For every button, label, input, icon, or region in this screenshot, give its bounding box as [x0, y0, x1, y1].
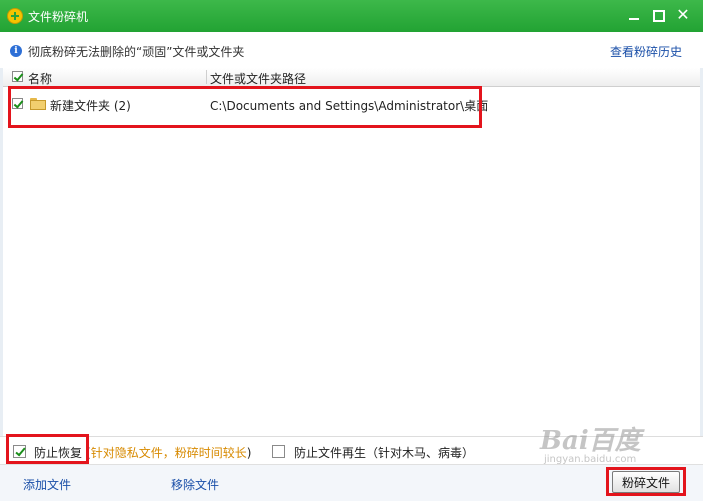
file-list[interactable]: 新建文件夹 (2) C:\Documents and Settings\Admi… [3, 87, 700, 435]
row-checkbox[interactable] [12, 98, 23, 109]
row-file-name: 新建文件夹 (2) [50, 99, 131, 113]
shred-options: 防止恢复 (针对隐私文件，粉碎时间较长) 防止文件再生（针对木马、病毒） [0, 436, 703, 465]
table-row[interactable]: 新建文件夹 (2) C:\Documents and Settings\Admi… [3, 93, 700, 115]
remove-file-link[interactable]: 移除文件 [171, 476, 219, 493]
prevent-recovery-checkbox[interactable] [13, 445, 26, 458]
view-history-link[interactable]: 查看粉碎历史 [610, 43, 682, 60]
column-header-name[interactable]: 名称 [28, 70, 52, 87]
prevent-recovery-note: (针对隐私文件，粉碎时间较长) [86, 446, 252, 460]
info-text: 彻底粉碎无法删除的“顽固”文件或文件夹 [28, 45, 245, 59]
add-file-link[interactable]: 添加文件 [23, 476, 71, 493]
folder-icon [30, 98, 46, 110]
info-icon: i [10, 45, 22, 57]
prevent-regen-label[interactable]: 防止文件再生（针对木马、病毒） [294, 444, 474, 461]
title-bar[interactable]: 文件粉碎机 ✕ [0, 0, 703, 32]
app-logo-icon [7, 8, 23, 24]
maximize-button[interactable] [647, 4, 669, 26]
info-bar: i 彻底粉碎无法删除的“顽固”文件或文件夹 查看粉碎历史 [0, 32, 703, 69]
prevent-regen-checkbox[interactable] [272, 445, 285, 458]
column-header-path[interactable]: 文件或文件夹路径 [210, 70, 306, 87]
shred-file-button[interactable]: 粉碎文件 [612, 471, 680, 493]
prevent-recovery-label[interactable]: 防止恢复 [34, 444, 82, 461]
window-title: 文件粉碎机 [28, 10, 89, 24]
footer-bar: 添加文件 移除文件 粉碎文件 [0, 464, 703, 501]
row-file-path: C:\Documents and Settings\Administrator\… [210, 99, 489, 113]
column-divider[interactable] [206, 70, 207, 84]
minimize-button[interactable] [623, 4, 645, 26]
close-button[interactable]: ✕ [672, 4, 694, 26]
table-header: 名称 文件或文件夹路径 [3, 68, 700, 87]
select-all-checkbox[interactable] [12, 71, 23, 82]
